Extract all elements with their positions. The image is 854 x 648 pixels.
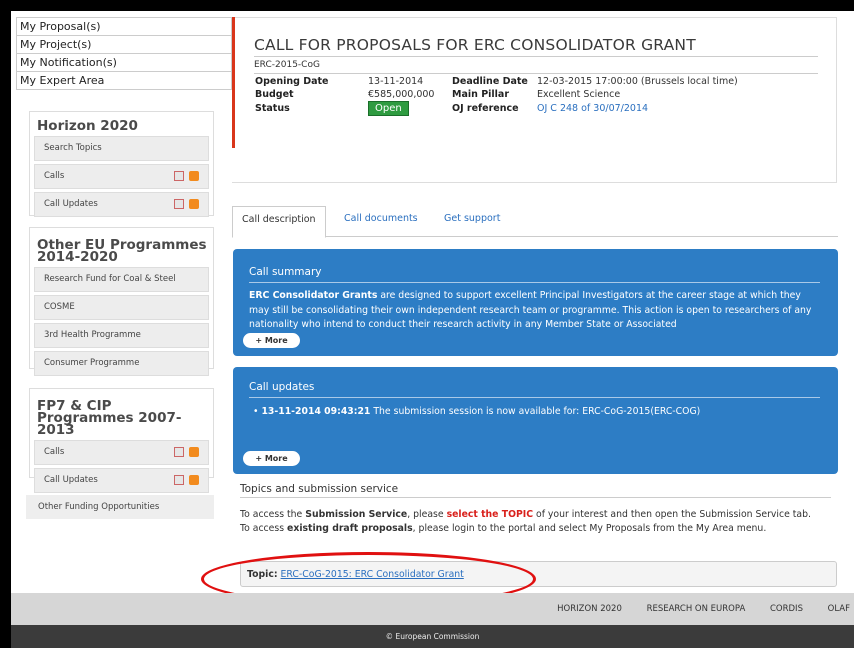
rss-icon[interactable] [189,171,199,181]
rss-icon[interactable] [189,199,199,209]
call-summary-heading: Call summary [249,266,820,283]
page: My Proposal(s) My Project(s) My Notifica… [11,11,854,648]
call-summary-text: ERC Consolidator Grants are designed to … [249,290,812,330]
sidebar-item-call-updates[interactable]: Call Updates [34,192,209,217]
rss-icon[interactable] [189,447,199,457]
deadline-label: Deadline Date [452,76,528,87]
sidebar-item-fp7-call-updates[interactable]: Call Updates [34,468,209,493]
calendar-icon[interactable] [174,171,184,181]
tab-call-description[interactable]: Call description [232,206,326,238]
accent-bar [232,17,235,148]
footer-link-cordis[interactable]: CORDIS [770,604,803,614]
menu-item-my-proposals[interactable]: My Proposal(s) [17,17,231,35]
opening-date-label: Opening Date [255,76,329,87]
sidebar-item-coal-steel[interactable]: Research Fund for Coal & Steel [34,267,209,292]
calendar-icon[interactable] [174,199,184,209]
page-title: CALL FOR PROPOSALS FOR ERC CONSOLIDATOR … [254,36,696,54]
footer-link-research[interactable]: RESEARCH ON EUROPA [647,604,746,614]
menu-item-my-notifications[interactable]: My Notification(s) [17,53,231,71]
nav-label: Call Updates [44,475,98,485]
nav-label: Search Topics [44,143,102,153]
copyright: © European Commission [11,625,854,648]
calendar-icon[interactable] [174,475,184,485]
sidebar-item-cosme[interactable]: COSME [34,295,209,320]
oj-label: OJ reference [452,103,519,114]
sidebar-item-calls[interactable]: Calls [34,164,209,189]
footer-link-olaf[interactable]: OLAF [828,604,850,614]
call-updates-panel: Call updates • 13-11-2014 09:43:21 The s… [233,367,838,474]
tab-bar: Call description Call documents Get supp… [232,206,838,238]
footer-links: HORIZON 2020 RESEARCH ON EUROPA CORDIS O… [557,593,854,625]
sidebar-item-consumer[interactable]: Consumer Programme [34,351,209,376]
call-summary-panel: Call summary ERC Consolidator Grants are… [233,249,838,356]
pillar-value: Excellent Science [537,89,621,100]
update-entry: • 13-11-2014 09:43:21 The submission ses… [253,406,701,417]
divider [240,497,831,498]
budget-label: Budget [255,89,294,100]
summary-more-button[interactable]: + More [243,333,300,348]
box-title: Horizon 2020 [37,118,138,134]
deadline-value: 12-03-2015 17:00:00 (Brussels local time… [537,76,738,87]
calendar-icon[interactable] [174,447,184,457]
my-area-menu: My Proposal(s) My Project(s) My Notifica… [16,17,232,90]
budget-value: €585,000,000 [368,89,435,100]
submission-heading: Topics and submission service [240,483,399,495]
submission-instructions: To access the Submission Service, please… [240,509,811,534]
call-updates-heading: Call updates [249,381,820,398]
opening-date-value: 13-11-2014 [368,76,424,87]
other-funding-link[interactable]: Other Funding Opportunities [26,495,214,519]
footer-link-horizon[interactable]: HORIZON 2020 [557,604,622,614]
footer-links-bar: HORIZON 2020 RESEARCH ON EUROPA CORDIS O… [11,593,854,625]
menu-item-my-expert-area[interactable]: My Expert Area [17,71,231,89]
box-title: FP7 & CIP Programmes 2007-2013 [37,398,182,438]
status-label: Status [255,103,290,114]
nav-label: Calls [44,447,65,457]
box-title: Other EU Programmes 2014-2020 [37,237,207,265]
fp7-cip-box: FP7 & CIP Programmes 2007-2013 Calls Cal… [29,388,214,493]
pillar-label: Main Pillar [452,89,510,100]
other-eu-programmes-box: Other EU Programmes 2014-2020 Research F… [29,227,214,376]
nav-label: Calls [44,171,65,181]
status-badge: Open [368,101,409,116]
nav-label: Call Updates [44,199,98,209]
call-identifier: ERC-2015-CoG [254,56,818,74]
menu-item-my-projects[interactable]: My Project(s) [17,35,231,53]
tab-get-support[interactable]: Get support [435,206,509,236]
tab-call-documents[interactable]: Call documents [335,206,427,236]
rss-icon[interactable] [189,475,199,485]
sidebar-item-fp7-calls[interactable]: Calls [34,440,209,465]
sidebar-item-health[interactable]: 3rd Health Programme [34,323,209,348]
sidebar-item-search-topics[interactable]: Search Topics [34,136,209,161]
updates-more-button[interactable]: + More [243,451,300,466]
horizon-2020-box: Horizon 2020 Search Topics Calls Call Up… [29,111,214,217]
oj-reference-link[interactable]: OJ C 248 of 30/07/2014 [537,103,648,114]
